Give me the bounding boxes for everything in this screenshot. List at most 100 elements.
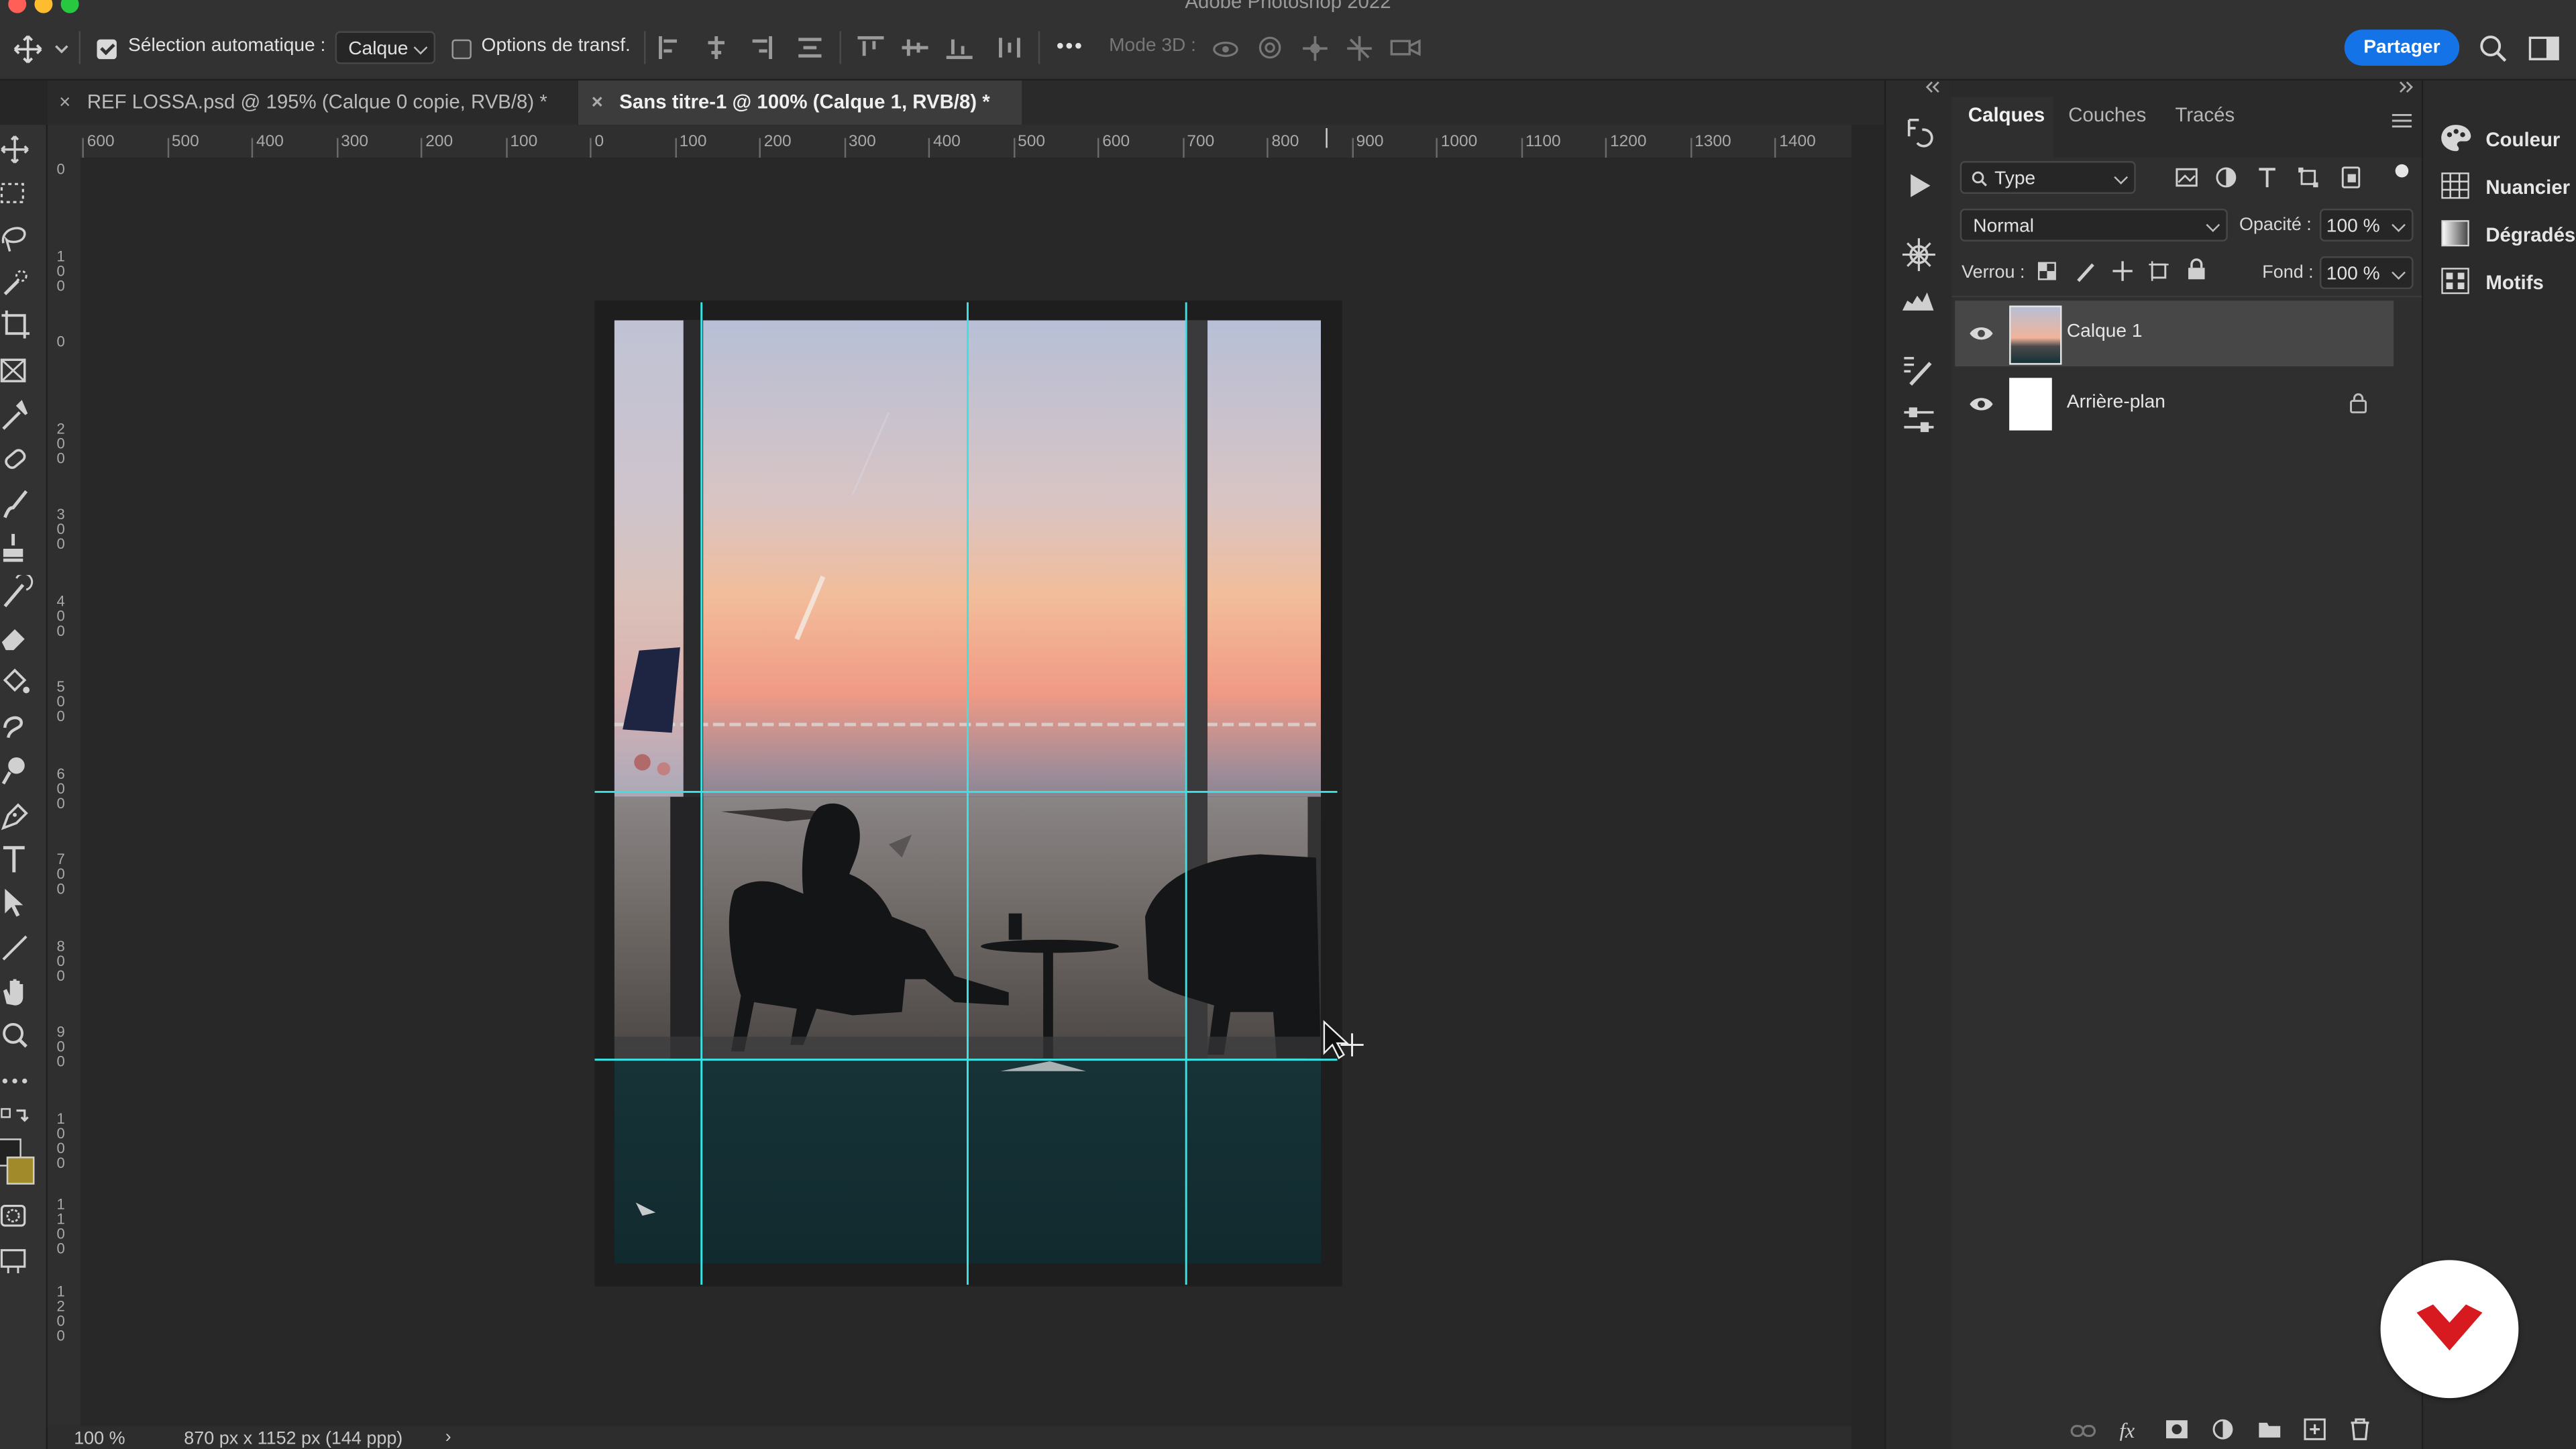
blend-mode-dropdown[interactable]: Normal	[1960, 209, 2228, 242]
lock-artboard-icon[interactable]	[2147, 260, 2170, 282]
chevron-down-icon[interactable]	[54, 44, 69, 54]
move-tool-icon[interactable]	[0, 131, 40, 168]
search-icon[interactable]	[2479, 34, 2508, 62]
filter-adjustment-icon[interactable]	[2214, 166, 2237, 189]
align-top-icon[interactable]	[857, 36, 884, 59]
layer-row[interactable]: Arrière-plan	[1955, 371, 2394, 437]
lasso-tool-icon[interactable]	[0, 220, 40, 256]
share-button[interactable]: Partager	[2344, 30, 2460, 66]
brush-tool-icon[interactable]	[0, 486, 40, 523]
opacity-input[interactable]: 100 %	[2319, 209, 2414, 242]
tab-close-icon[interactable]: ×	[59, 91, 70, 113]
adjustments-wheel-icon[interactable]	[1900, 237, 1937, 273]
lock-all-icon[interactable]	[2187, 258, 2206, 280]
layer-select-dropdown[interactable]: Calque	[335, 31, 435, 64]
panel-menu-icon[interactable]	[2392, 113, 2412, 128]
add-mask-icon[interactable]	[2165, 1419, 2188, 1439]
pen-tool-icon[interactable]	[0, 797, 40, 833]
layer-name[interactable]: Calque 1	[2067, 322, 2143, 341]
lock-image-pixels-icon[interactable]	[2075, 260, 2098, 282]
move-tool-icon[interactable]	[13, 34, 43, 64]
clone-stamp-tool-icon[interactable]	[0, 531, 40, 567]
more-options-button[interactable]: •••	[1057, 33, 1084, 58]
tab-ref-lossa[interactable]: × REF LOSSA.psd @ 195% (Calque 0 copie, R…	[48, 80, 586, 125]
blur-tool-icon[interactable]	[0, 708, 40, 745]
tab-sans-titre[interactable]: × Sans titre-1 @ 100% (Calque 1, RVB/8) *	[578, 80, 1022, 125]
quick-mask-icon[interactable]	[0, 1201, 40, 1237]
auto-select-checkbox[interactable]	[97, 39, 117, 60]
ruler-tick	[674, 138, 676, 158]
eraser-tool-icon[interactable]	[0, 619, 40, 655]
layer-name[interactable]: Arrière-plan	[2067, 392, 2165, 412]
line-tool-icon[interactable]	[0, 930, 40, 966]
zoom-tool-icon[interactable]	[0, 1018, 40, 1055]
filter-shape-icon[interactable]	[2297, 166, 2320, 189]
align-left-icon[interactable]	[657, 36, 684, 60]
expand-panels-icon[interactable]	[2397, 80, 2416, 94]
delete-layer-trash-icon[interactable]	[2349, 1417, 2371, 1440]
properties-sliders-icon[interactable]	[1900, 404, 1937, 437]
collapse-panels-icon[interactable]	[1922, 80, 1941, 94]
history-panel-icon[interactable]	[1902, 117, 1935, 150]
frame-tool-icon[interactable]	[0, 354, 40, 390]
filter-type-icon[interactable]	[2255, 166, 2278, 189]
histogram-icon[interactable]	[1900, 288, 1937, 314]
align-right-icon[interactable]	[747, 36, 773, 60]
hand-tool-icon[interactable]	[0, 974, 40, 1010]
distribute-horizontal-icon[interactable]	[998, 36, 1024, 59]
align-middle-vertical-icon[interactable]	[902, 36, 928, 59]
actions-play-icon[interactable]	[1904, 171, 1933, 201]
screen-mode-icon[interactable]	[0, 1244, 40, 1280]
ruler-label: 1100	[1525, 133, 1561, 152]
brush-settings-icon[interactable]	[1900, 354, 1937, 386]
lock-transparent-pixels-icon[interactable]	[2037, 261, 2057, 280]
orbit-3d-icon[interactable]	[1211, 36, 1240, 61]
new-group-folder-icon[interactable]	[2257, 1419, 2282, 1439]
roll-3d-icon[interactable]	[1256, 34, 1283, 60]
quick-selection-tool-icon[interactable]	[0, 264, 40, 301]
eye-visibility-icon[interactable]	[1968, 323, 1994, 343]
link-layers-icon[interactable]	[2070, 1423, 2096, 1439]
new-layer-icon[interactable]	[2303, 1417, 2326, 1440]
history-brush-tool-icon[interactable]	[0, 575, 40, 611]
new-adjustment-layer-icon[interactable]	[2211, 1417, 2234, 1440]
tab-close-icon[interactable]: ×	[592, 91, 603, 113]
lock-position-icon[interactable]	[2111, 260, 2134, 282]
canvas-area[interactable]	[80, 158, 1852, 1430]
more-tools-icon[interactable]	[0, 1063, 40, 1099]
dodge-tool-icon[interactable]	[0, 753, 40, 789]
healing-brush-tool-icon[interactable]	[0, 442, 40, 478]
eyedropper-tool-icon[interactable]	[0, 398, 40, 434]
filter-smart-object-icon[interactable]	[2339, 166, 2362, 189]
type-tool-icon[interactable]	[0, 841, 40, 877]
filter-pixel-icon[interactable]	[2175, 168, 2198, 187]
fill-input[interactable]: 100 %	[2319, 256, 2414, 290]
scale-3d-camera-icon[interactable]	[1390, 36, 1423, 59]
align-bottom-icon[interactable]	[946, 36, 973, 60]
swap-colors-icon[interactable]	[0, 1104, 40, 1140]
layer-filter-dropdown[interactable]: Type	[1960, 161, 2136, 194]
zoom-level[interactable]: 100 %	[74, 1430, 125, 1449]
background-color-swatch[interactable]	[6, 1157, 35, 1185]
ruler-tick	[1351, 138, 1353, 158]
marquee-tool-icon[interactable]	[0, 176, 40, 212]
layer-style-fx-icon[interactable]: fx	[2118, 1417, 2144, 1441]
tab-channels[interactable]: Couches	[2068, 103, 2146, 126]
workspace-icon[interactable]	[2528, 36, 2560, 61]
filter-toggle-switch[interactable]	[2395, 164, 2409, 178]
align-center-horizontal-icon[interactable]	[703, 36, 729, 60]
transform-options-checkbox[interactable]	[451, 39, 472, 60]
pan-3d-icon[interactable]	[1301, 34, 1330, 62]
slide-3d-icon[interactable]	[1346, 34, 1374, 62]
status-menu-arrow[interactable]: ›	[445, 1428, 451, 1447]
layer-row[interactable]: Calque 1	[1955, 301, 2394, 367]
tab-paths[interactable]: Tracés	[2175, 103, 2235, 126]
eye-visibility-icon[interactable]	[1968, 394, 1994, 414]
document-canvas[interactable]	[80, 158, 1851, 1430]
paint-bucket-tool-icon[interactable]	[0, 663, 40, 700]
ruler-label: 500	[56, 678, 65, 725]
tab-layers[interactable]: Calques	[1968, 103, 2045, 126]
crop-tool-icon[interactable]	[0, 309, 40, 345]
path-selection-tool-icon[interactable]	[0, 885, 40, 922]
distribute-vertical-icon[interactable]	[797, 36, 823, 59]
